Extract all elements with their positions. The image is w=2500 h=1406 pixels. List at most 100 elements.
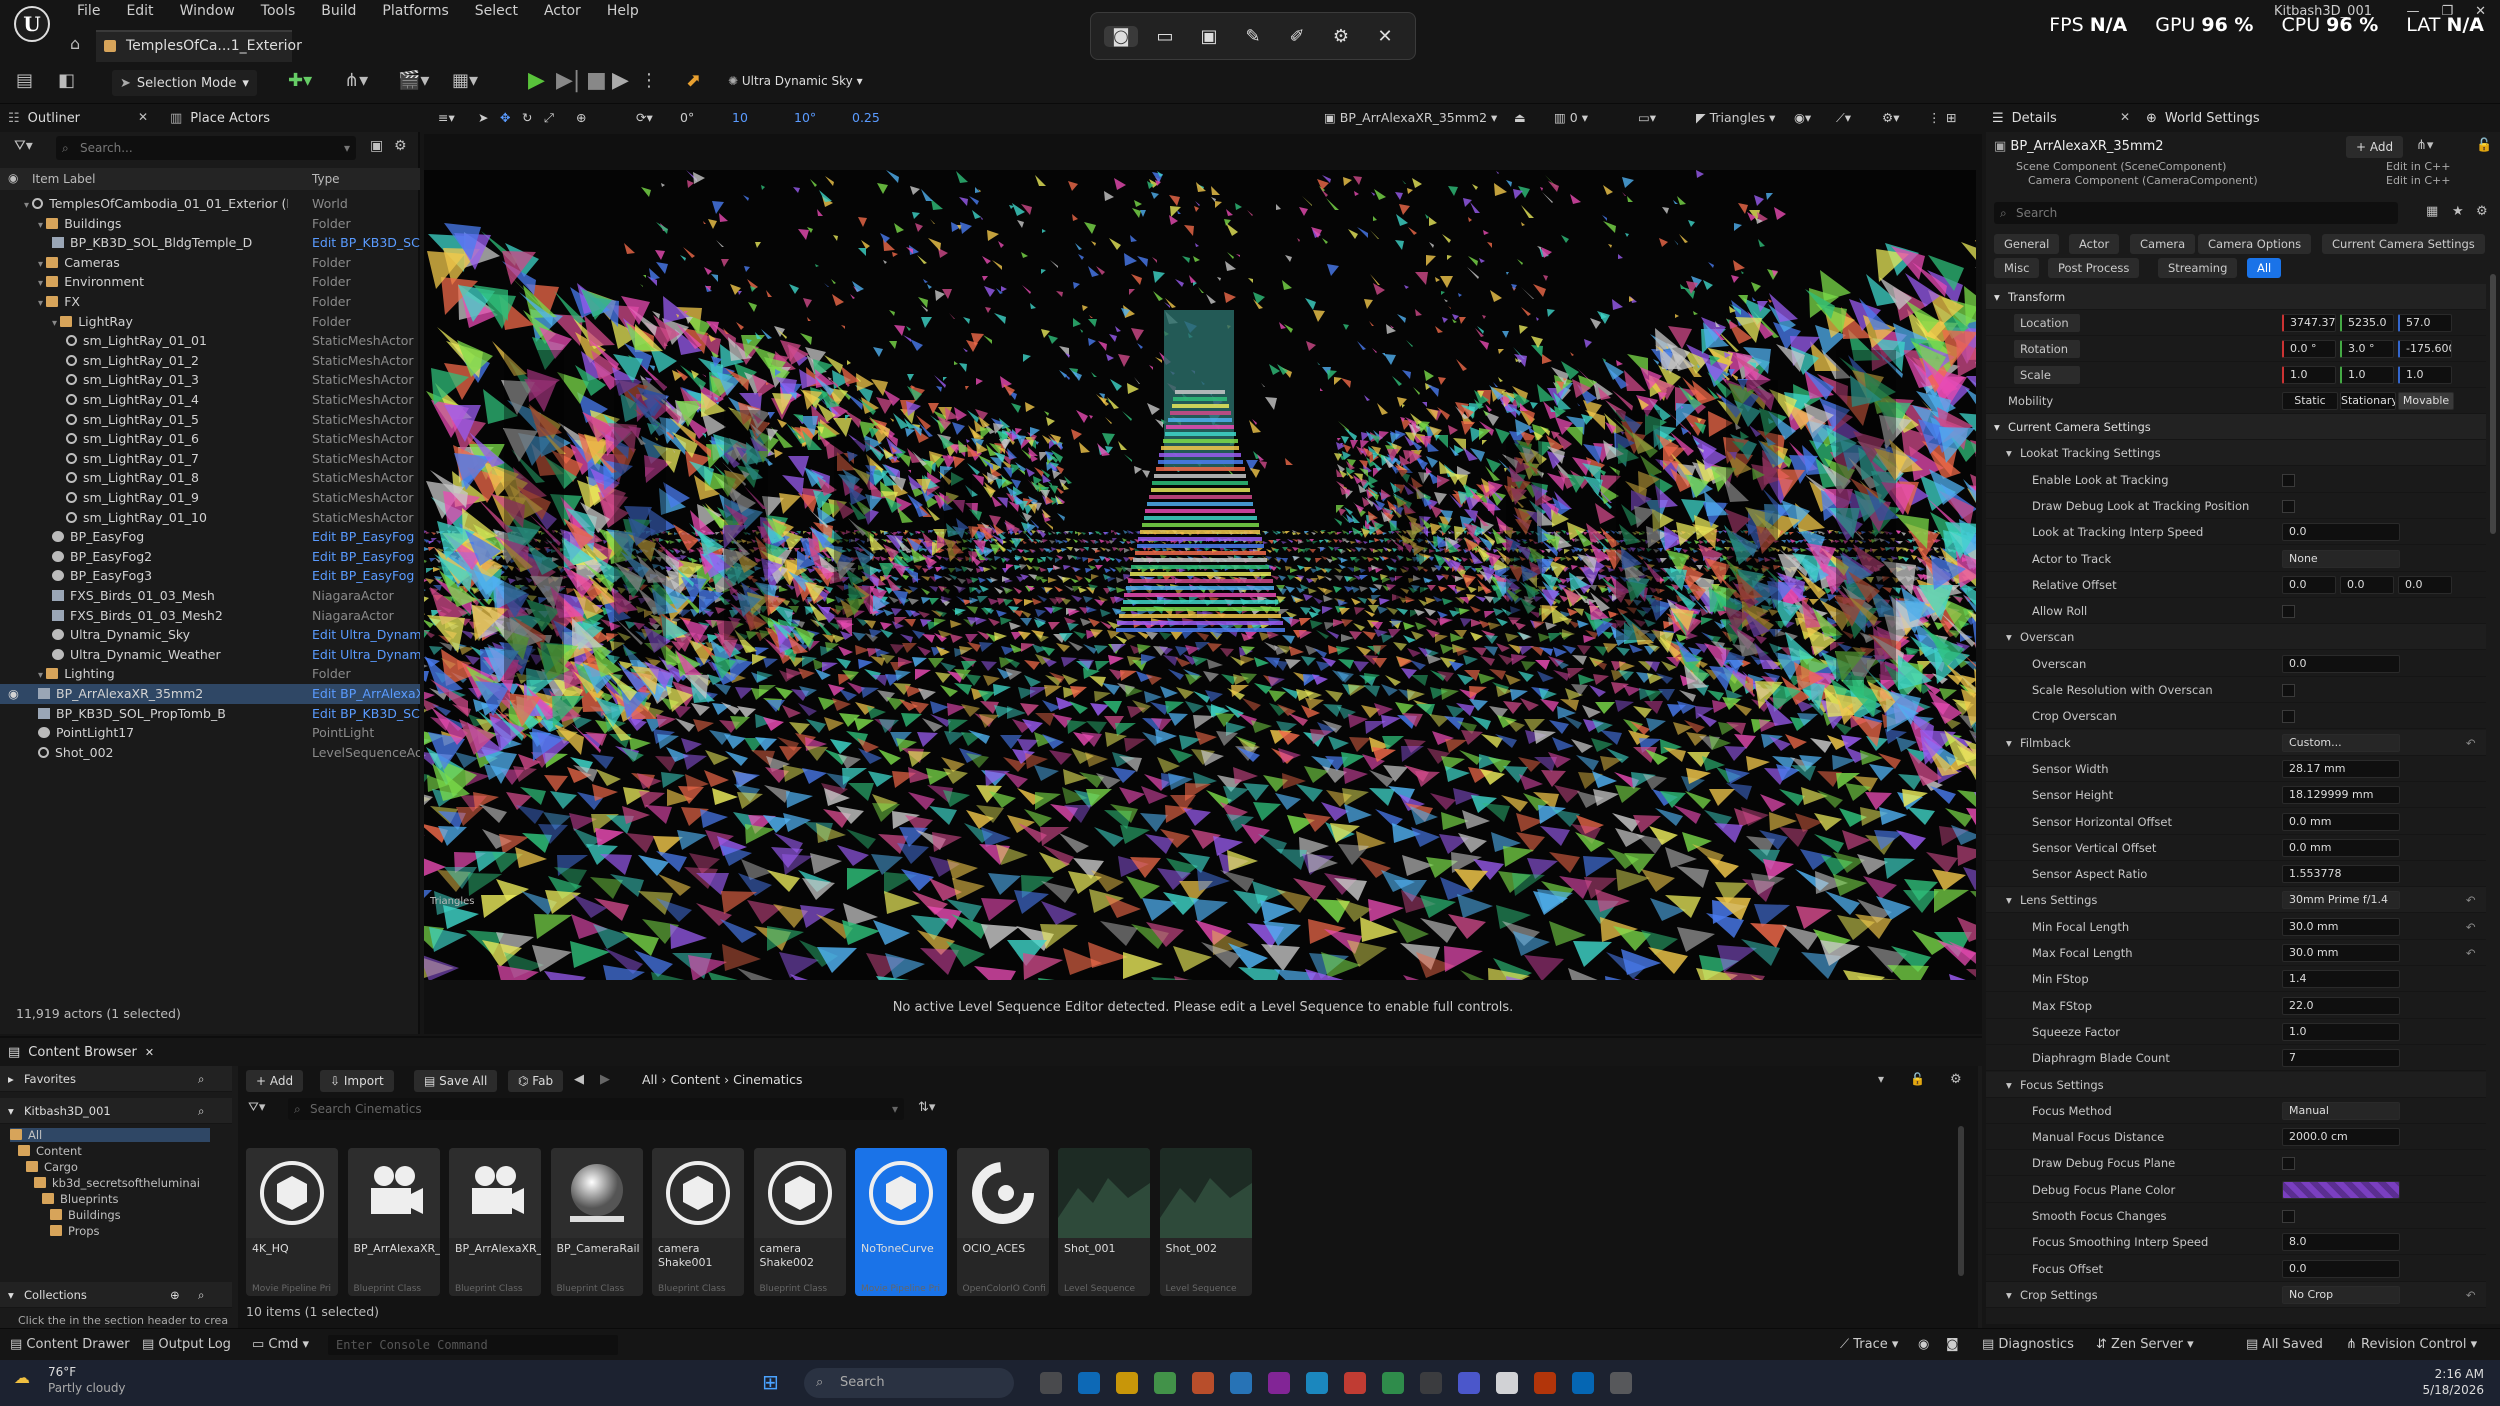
search-icon[interactable]: ⌕ <box>198 1098 204 1124</box>
step-icon[interactable]: ▶| <box>556 68 580 93</box>
outliner-row[interactable]: sm_LightRay_01_01 StaticMeshActor <box>0 331 420 351</box>
outliner-row[interactable]: ◉ BP_ArrAlexaXR_35mm2 Edit BP_ArrAlexaX <box>0 684 420 704</box>
collections-section[interactable]: ▾ Collections ⊕ ⌕ <box>0 1282 232 1308</box>
expand-arrow-icon[interactable]: ▾ <box>38 259 46 270</box>
gear-icon[interactable]: ⚙ <box>394 138 407 154</box>
property-row[interactable]: Manual Focus Distance 2000.0 cm <box>1986 1124 2486 1151</box>
diagnostics-button[interactable]: ▤ Diagnostics <box>1982 1337 2074 1352</box>
edit-cpp-link[interactable]: Edit in C++ <box>2386 174 2450 188</box>
outliner-row[interactable]: sm_LightRay_01_8 StaticMeshActor <box>0 468 420 488</box>
property-row[interactable]: ▾ Current Camera Settings <box>1986 414 2486 440</box>
property-value-field[interactable]: 30.0 mm <box>2282 917 2400 936</box>
property-row[interactable]: Squeeze Factor 1.0 <box>1986 1019 2486 1045</box>
clock[interactable]: 2:16 AM 5/18/2026 <box>2422 1366 2484 1398</box>
mobility-option[interactable]: Static <box>2282 392 2338 410</box>
property-value-field[interactable]: 0.0 <box>2282 1259 2400 1278</box>
folder-tree-item[interactable]: Props <box>50 1224 210 1238</box>
property-row[interactable]: Sensor Width 28.17 mm <box>1986 756 2486 782</box>
outliner-row-type[interactable]: Edit BP_EasyFog <box>312 547 420 567</box>
pen-icon[interactable]: ✐ <box>1280 26 1314 47</box>
asset-tile[interactable]: BP_ArrAlexaXR_35mm Blueprint Class <box>347 1148 440 1296</box>
property-row[interactable]: Max Focal Length 30.0 mm ↶ <box>1986 940 2486 966</box>
category-post-process[interactable]: Post Process <box>2048 258 2140 278</box>
add-collection-icon[interactable]: ⊕ <box>170 1282 180 1308</box>
play-icon[interactable]: ▶ <box>528 68 545 93</box>
outliner-row[interactable]: sm_LightRay_01_9 StaticMeshActor <box>0 488 420 508</box>
asset-tile[interactable]: camera Shake001 Blueprint Class <box>652 1148 744 1296</box>
outliner-row[interactable]: Shot_002 LevelSequenceAct <box>0 743 420 763</box>
window-capture-icon[interactable]: ▣ <box>1192 26 1226 47</box>
outliner-row[interactable]: ▾ Cameras Folder <box>0 253 420 273</box>
taskbar-app-icon[interactable] <box>1420 1372 1442 1394</box>
property-row[interactable]: Sensor Vertical Offset 0.0 mm <box>1986 835 2486 861</box>
expand-icon[interactable]: ▾ <box>2006 1282 2012 1308</box>
viewport-menu-icon[interactable]: ≡▾ <box>438 110 455 125</box>
taskbar-app-icon[interactable] <box>1154 1372 1176 1394</box>
revision-control-dropdown[interactable]: ⋔ Revision Control ▾ <box>2346 1337 2477 1352</box>
category-camera[interactable]: Camera <box>2130 234 2196 254</box>
property-row[interactable]: Max FStop 22.0 <box>1986 993 2486 1019</box>
category-all[interactable]: All <box>2247 258 2282 278</box>
settings-icon[interactable]: ⚙ <box>1324 26 1358 47</box>
category-current-camera-settings[interactable]: Current Camera Settings <box>2322 234 2485 254</box>
outliner-row-type[interactable]: Edit BP_KB3D_SC <box>312 233 420 253</box>
taskbar-app-icon[interactable] <box>1230 1372 1252 1394</box>
property-value-field[interactable]: 22.0 <box>2282 996 2400 1015</box>
weather-widget[interactable]: 76°F Partly cloudy <box>48 1364 126 1396</box>
property-row[interactable]: ▾ Focus Settings <box>1986 1071 2486 1098</box>
outliner-row[interactable]: ▾ FX Folder <box>0 292 420 312</box>
breadcrumb-all[interactable]: All <box>642 1072 658 1087</box>
expand-arrow-icon[interactable]: ▾ <box>38 670 46 681</box>
property-value-field[interactable]: 2000.0 cm <box>2282 1128 2400 1147</box>
select-tool-icon[interactable]: ➤ <box>478 110 488 125</box>
taskbar-app-icon[interactable] <box>1382 1372 1404 1394</box>
gear-icon[interactable]: ⚙ <box>2476 204 2488 219</box>
property-value-field[interactable]: 0.0 mm <box>2282 812 2400 831</box>
tab-outliner[interactable]: ☷ Outliner <box>8 104 80 132</box>
mobility-option[interactable]: Movable <box>2398 392 2454 410</box>
outliner-row-type[interactable]: Edit BP_KB3D_SC <box>312 704 420 724</box>
property-row[interactable]: Allow Roll <box>1986 598 2486 625</box>
menu-tools[interactable]: Tools <box>248 3 309 19</box>
outliner-row-type[interactable]: Edit Ultra_Dynam <box>312 645 420 665</box>
angle-snap-value[interactable]: 0° <box>680 110 694 125</box>
layout-icon[interactable]: ⊞ <box>1946 110 1956 125</box>
eject-pilot-icon[interactable]: ⏏ <box>1514 110 1526 125</box>
viewport-settings-icon[interactable]: ⚙▾ <box>1882 110 1899 125</box>
expand-icon[interactable]: ▾ <box>2006 730 2012 756</box>
selection-mode-dropdown[interactable]: ➤ Selection Mode ▾ <box>112 70 257 96</box>
tab-details[interactable]: ☰ Details <box>1992 104 2057 132</box>
folder-tree-item[interactable]: Blueprints <box>42 1192 210 1206</box>
rotation-dropdown[interactable]: Rotation <box>2014 340 2080 358</box>
rotate-tool-icon[interactable]: ↻ <box>522 110 532 125</box>
blueprint-icon[interactable]: ⋔▾ <box>344 70 368 91</box>
windows-start-icon[interactable]: ⊞ <box>762 1370 779 1394</box>
menu-file[interactable]: File <box>64 3 113 19</box>
platforms-icon[interactable]: ▦▾ <box>452 70 478 91</box>
blueprint-options-icon[interactable]: ⋔▾ <box>2416 138 2433 153</box>
menu-actor[interactable]: Actor <box>531 3 594 19</box>
search-icon[interactable]: ⌕ <box>198 1282 204 1308</box>
scale-axis-field[interactable]: 1.0 <box>2398 366 2452 384</box>
folder-tree-item[interactable]: Buildings <box>50 1208 210 1222</box>
close-details-icon[interactable]: ✕ <box>2120 110 2130 124</box>
save-icon[interactable]: ▤ <box>16 70 33 91</box>
property-checkbox[interactable] <box>2282 1157 2295 1171</box>
property-row[interactable]: Min FStop 1.4 <box>1986 966 2486 993</box>
transform-section[interactable]: ▾ Transform <box>1986 284 2486 310</box>
taskbar-app-icon[interactable] <box>1610 1372 1632 1394</box>
outliner-row[interactable]: sm_LightRay_01_10 StaticMeshActor <box>0 508 420 528</box>
world-space-icon[interactable]: ⊕ <box>576 110 586 125</box>
property-row[interactable]: Enable Look at Tracking <box>1986 467 2486 493</box>
property-checkbox[interactable] <box>2282 1210 2295 1223</box>
mobility-option[interactable]: Stationary <box>2340 392 2396 410</box>
weather-icon[interactable]: ☁ <box>14 1368 30 1387</box>
menu-platforms[interactable]: Platforms <box>369 3 461 19</box>
filter-icon[interactable]: ⛛▾ <box>14 138 33 154</box>
scale-axis-field[interactable]: 1.0 <box>2282 366 2336 384</box>
level-viewport[interactable]: ≡▾ ➤ ✥ ↻ ⤢ ⊕ ⟳▾ 0° 10 10° 0.25 ▣ BP_ArrA… <box>424 104 1982 1034</box>
outliner-row[interactable]: sm_LightRay_01_7 StaticMeshActor <box>0 449 420 469</box>
asset-tile[interactable]: BP_CameraRail Blueprint Class <box>550 1148 643 1296</box>
taskbar-app-icon[interactable] <box>1496 1372 1518 1394</box>
menu-select[interactable]: Select <box>462 3 531 19</box>
